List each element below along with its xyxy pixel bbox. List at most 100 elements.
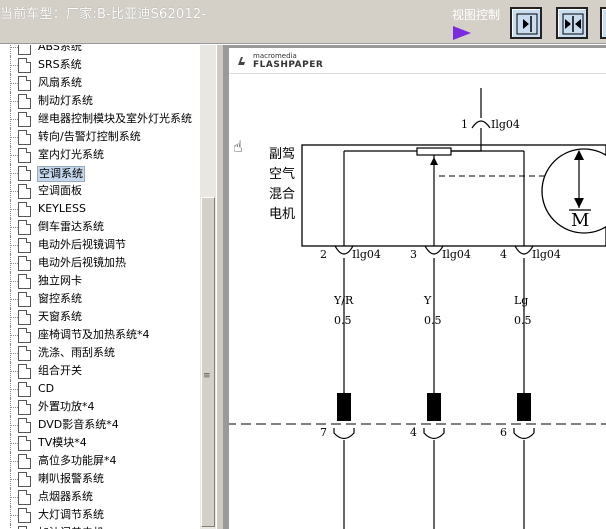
- document-icon: [18, 130, 31, 145]
- document-icon: [18, 238, 31, 253]
- motor-label-4: 电机: [269, 207, 295, 222]
- tree-item[interactable]: 座椅调节及加热系统*4: [0, 326, 200, 344]
- tree-line: [11, 479, 18, 480]
- connector-number: 6: [500, 426, 507, 439]
- tree-item[interactable]: DVD影音系统*4: [0, 416, 200, 434]
- document-icon: [18, 346, 31, 361]
- play-arrow-icon[interactable]: [453, 26, 471, 40]
- document-icon: [18, 256, 31, 271]
- tree-item[interactable]: 空调系统: [0, 164, 200, 182]
- tree-item-label: 继电器控制模块及室外灯光系统: [38, 112, 192, 125]
- tree-line: [11, 461, 18, 462]
- pin-number: 3: [410, 248, 417, 261]
- tree-item-label: 电动外后视镜加热: [38, 256, 126, 269]
- tree-item[interactable]: 外置功放*4: [0, 398, 200, 416]
- connector-number: 4: [410, 426, 417, 439]
- document-icon: [18, 310, 31, 325]
- wire-color: Y/R: [333, 294, 354, 307]
- document-icon: [18, 382, 31, 397]
- pin-number: 2: [320, 248, 327, 261]
- document-icon: [18, 292, 31, 307]
- connector-block: [337, 393, 351, 421]
- fit-right-icon: [516, 13, 538, 35]
- tree-item[interactable]: 空调面板: [0, 182, 200, 200]
- document-icon: [18, 490, 31, 505]
- tree-item[interactable]: 转向/告警灯控制系统: [0, 128, 200, 146]
- pin-code: Ilg04: [532, 248, 561, 261]
- car-model-title: 当前车型：厂家:B-比亚迪S62012-: [0, 7, 207, 22]
- tree-item[interactable]: 独立网卡: [0, 272, 200, 290]
- tree-item[interactable]: 电动外后视镜加热: [0, 254, 200, 272]
- tree-item[interactable]: 电动外后视镜调节: [0, 236, 200, 254]
- wire-gauge: 0.5: [424, 314, 442, 327]
- tree-item-label: 组合开关: [38, 364, 82, 377]
- tree-item[interactable]: 天窗系统: [0, 308, 200, 326]
- tree-item-label: 风扇系统: [38, 76, 82, 89]
- tree-line: [11, 389, 18, 390]
- tree-item[interactable]: TV模块*4: [0, 434, 200, 452]
- scrollbar-thumb[interactable]: [201, 197, 215, 527]
- tree-item[interactable]: 加油门盖电机: [0, 524, 200, 529]
- tree-line: [11, 263, 18, 264]
- tree-item[interactable]: 大灯调节系统: [0, 506, 200, 524]
- tree-item[interactable]: 喇叭报警系统: [0, 470, 200, 488]
- panel-splitter[interactable]: [216, 45, 224, 529]
- tree-item[interactable]: SRS系统: [0, 56, 200, 74]
- fit-page-button[interactable]: [556, 7, 588, 39]
- tree-item[interactable]: CD: [0, 380, 200, 398]
- tree-item-label: KEYLESS: [38, 202, 86, 215]
- next-view-button[interactable]: [600, 7, 606, 39]
- tree-item-label: 电动外后视镜调节: [38, 238, 126, 251]
- document-icon: [18, 418, 31, 433]
- tree-line: [11, 335, 18, 336]
- tree-item-label: 天窗系统: [38, 310, 82, 323]
- tree-scrollbar[interactable]: ≡: [200, 45, 216, 529]
- tree-item[interactable]: 倒车雷达系统: [0, 218, 200, 236]
- document-icon: [18, 436, 31, 451]
- tree-item-label: 空调面板: [38, 184, 82, 197]
- document-icon: [18, 112, 31, 127]
- tree-item[interactable]: 窗控系统: [0, 290, 200, 308]
- motor-label-2: 空气: [269, 166, 295, 182]
- document-icon: [18, 76, 31, 91]
- view-control-label: 视图控制: [452, 8, 501, 22]
- tree-item-label: 倒车雷达系统: [38, 220, 104, 233]
- tree-item[interactable]: 组合开关: [0, 362, 200, 380]
- connector-number: 7: [320, 426, 327, 439]
- tree-item-label: DVD影音系统*4: [38, 418, 119, 431]
- document-icon: [18, 148, 31, 163]
- tree-line: [11, 515, 18, 516]
- tree-line: [11, 47, 18, 48]
- tree-item[interactable]: 继电器控制模块及室外灯光系统: [0, 110, 200, 128]
- pin-number: 4: [500, 248, 507, 261]
- document-icon: [18, 45, 31, 55]
- tree-line: [11, 443, 18, 444]
- tree-item[interactable]: 洗涤、雨刮系统: [0, 344, 200, 362]
- tree-line: [11, 371, 18, 372]
- fit-width-button[interactable]: [510, 7, 542, 39]
- top-pin-number: 1: [461, 118, 468, 131]
- document-icon: [18, 328, 31, 343]
- tree-item-label: TV模块*4: [38, 436, 87, 449]
- tree-item[interactable]: KEYLESS: [0, 200, 200, 218]
- tree-line: [11, 191, 18, 192]
- tree-item-label: 点烟器系统: [38, 490, 93, 503]
- tree-item[interactable]: 高位多功能屏*4: [0, 452, 200, 470]
- tree-line: [11, 407, 18, 408]
- document-icon: [18, 166, 31, 181]
- tree-line: [11, 227, 18, 228]
- tree-item[interactable]: 室内灯光系统: [0, 146, 200, 164]
- document-icon: [18, 400, 31, 415]
- tree-line: [11, 299, 18, 300]
- tree-item[interactable]: 风扇系统: [0, 74, 200, 92]
- document-icon: [18, 184, 31, 199]
- scroll-grip-icon: ≡: [203, 371, 211, 381]
- tree-line: [11, 155, 18, 156]
- tree-item[interactable]: 制动灯系统: [0, 92, 200, 110]
- tree-item[interactable]: ABS系统: [0, 45, 200, 56]
- motor-label-3: 混合: [269, 187, 295, 202]
- top-toolbar: 当前车型：厂家:B-比亚迪S62012- 视图控制: [0, 0, 606, 44]
- tree-line: [11, 497, 18, 498]
- tree-item[interactable]: 点烟器系统: [0, 488, 200, 506]
- tree-item-label: 独立网卡: [38, 274, 82, 287]
